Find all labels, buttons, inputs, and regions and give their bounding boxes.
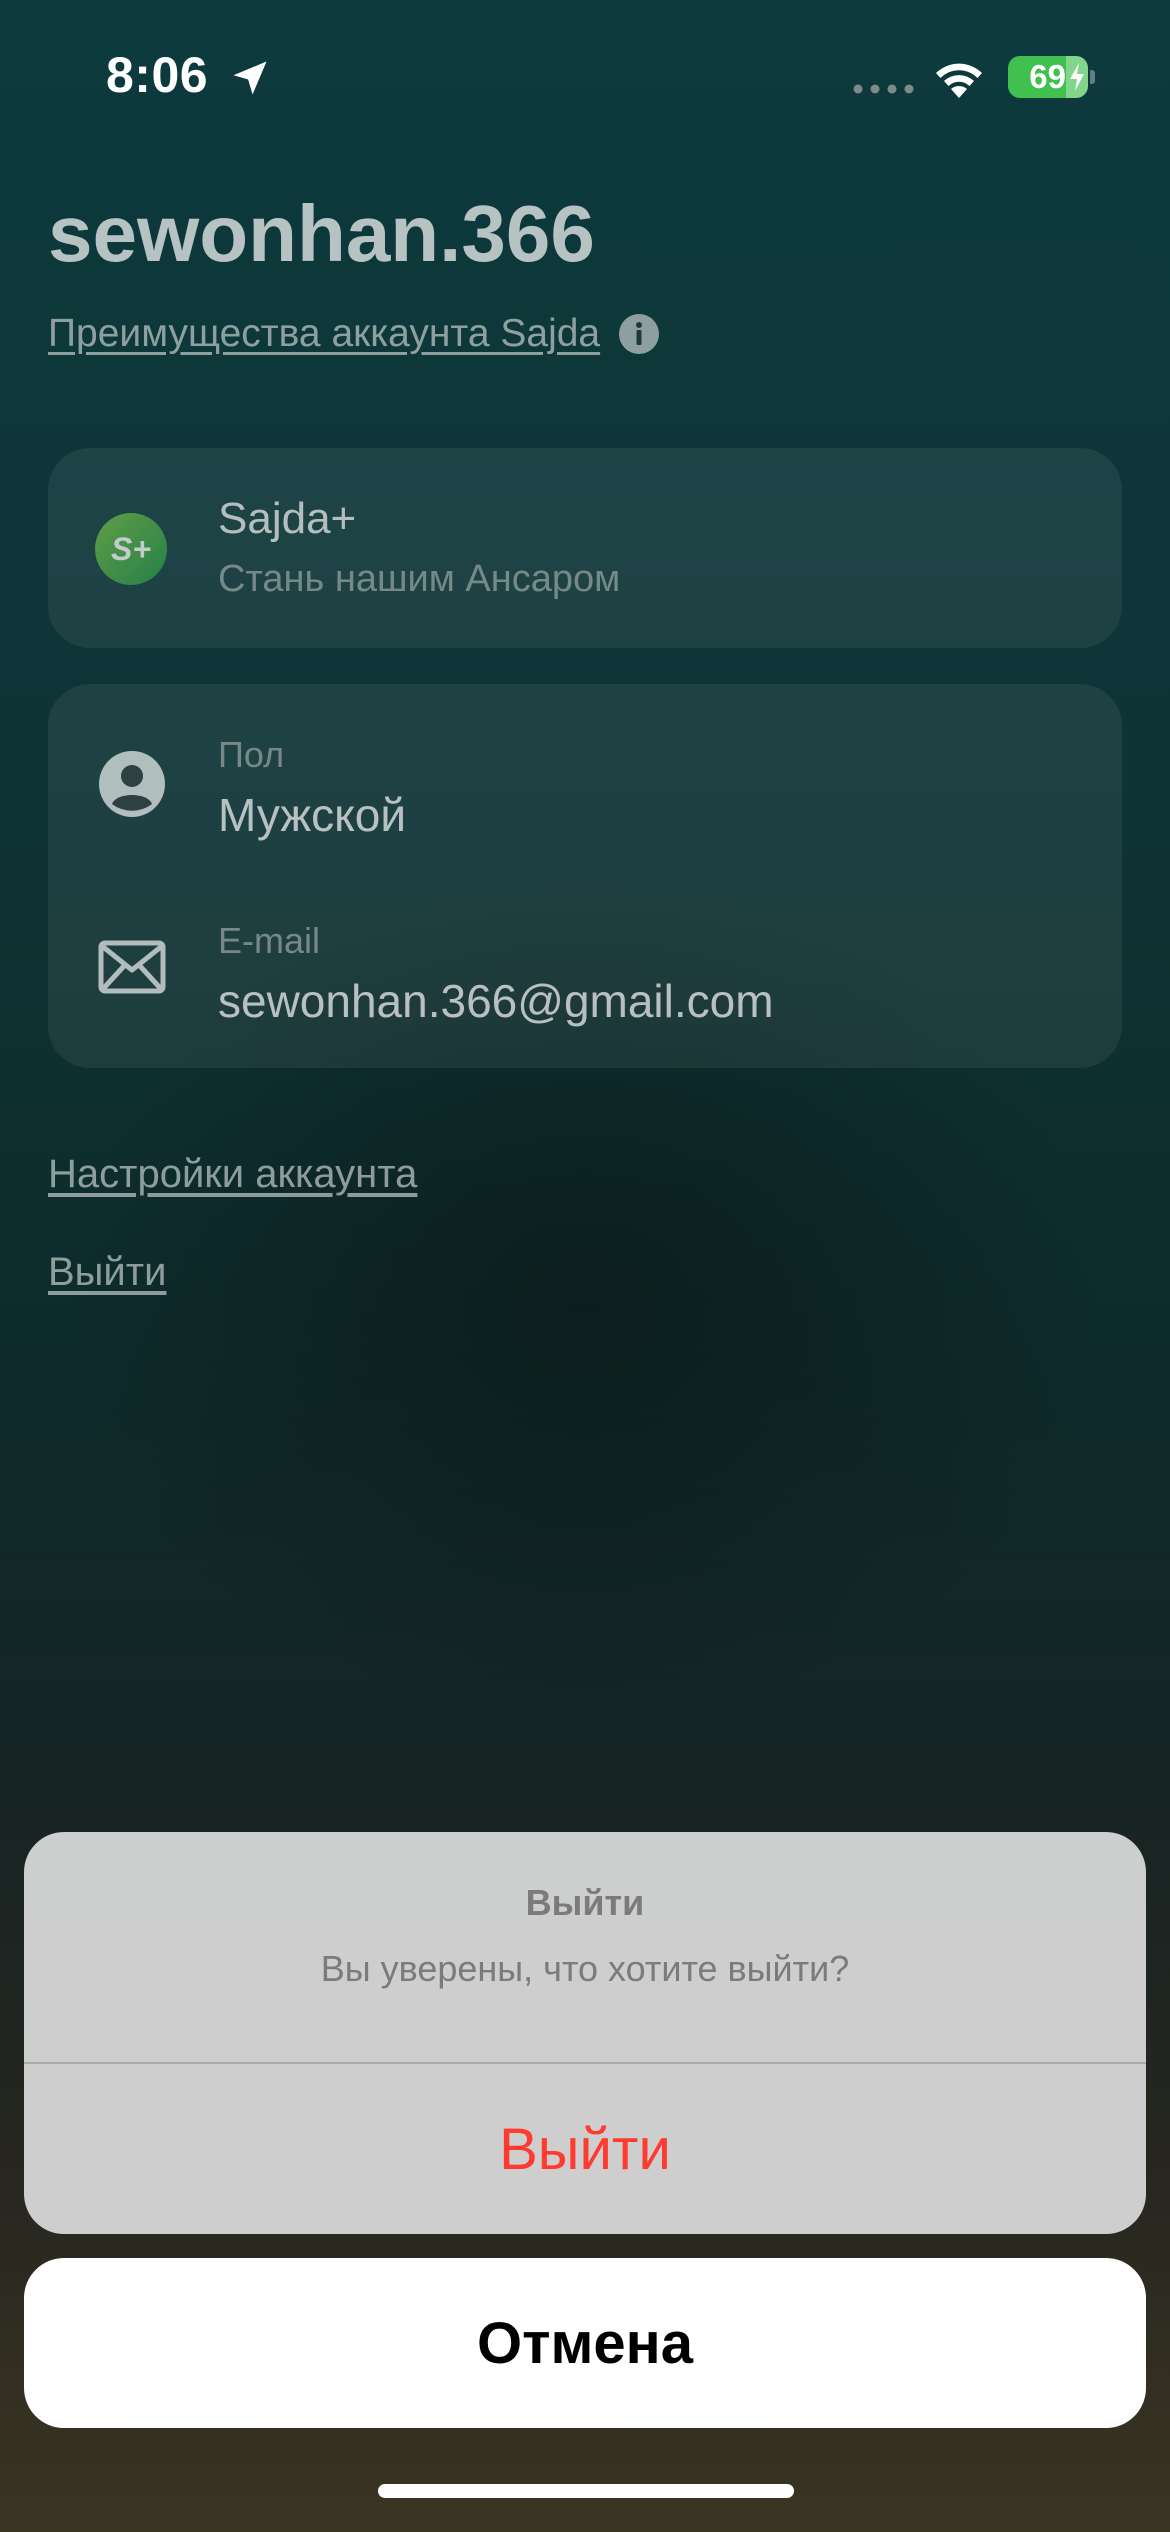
battery-indicator: 69: [1008, 56, 1088, 98]
cancel-button[interactable]: Отмена: [24, 2258, 1146, 2428]
action-sheet-title: Выйти: [525, 1882, 645, 1923]
sajda-plus-subtitle: Стань нашим Ансаром: [218, 558, 621, 600]
logout-link[interactable]: Выйти: [48, 1250, 166, 1295]
status-time: 8:06: [106, 47, 209, 103]
battery-charging-icon: [1070, 63, 1084, 91]
location-arrow-icon: [233, 61, 267, 95]
sajda-plus-card[interactable]: S+ Sajda+ Стань нашим Ансаром: [48, 448, 1122, 648]
page-title: sewonhan.366: [48, 189, 595, 278]
info-icon[interactable]: [618, 313, 660, 355]
wifi-icon: [936, 63, 982, 98]
profile-info-card: Пол Мужской E-mail sewonhan.366@gmail.co…: [48, 684, 1122, 1068]
battery-cap: [1090, 70, 1095, 84]
benefits-row: Преимущества аккаунта Sajda: [48, 312, 660, 356]
screen: 8:06 69 sewonhan.366 Преимущества аккаун…: [0, 0, 1170, 2532]
email-value[interactable]: sewonhan.366@gmail.com: [218, 974, 774, 1028]
mail-icon: [98, 940, 166, 994]
action-sheet-message: Вы уверены, что хотите выйти?: [320, 1948, 850, 1989]
sajda-plus-title: Sajda+: [218, 494, 357, 543]
confirm-logout-button[interactable]: Выйти: [24, 2064, 1146, 2234]
svg-text:S+: S+: [111, 531, 151, 567]
account-benefits-link[interactable]: Преимущества аккаунта Sajda: [48, 312, 600, 356]
home-indicator[interactable]: [378, 2484, 794, 2498]
status-bar: 8:06 69: [0, 0, 1170, 150]
gender-value[interactable]: Мужской: [218, 788, 406, 842]
person-icon: [99, 751, 165, 817]
signal-icon: [853, 84, 914, 94]
email-label: E-mail: [218, 920, 321, 961]
battery-level: 69: [1029, 58, 1066, 95]
account-settings-link[interactable]: Настройки аккаунта: [48, 1152, 417, 1197]
gender-label: Пол: [218, 734, 285, 775]
logout-action-sheet: Выйти Вы уверены, что хотите выйти? Выйт…: [24, 1832, 1146, 2234]
sajda-plus-icon: S+: [95, 513, 167, 585]
